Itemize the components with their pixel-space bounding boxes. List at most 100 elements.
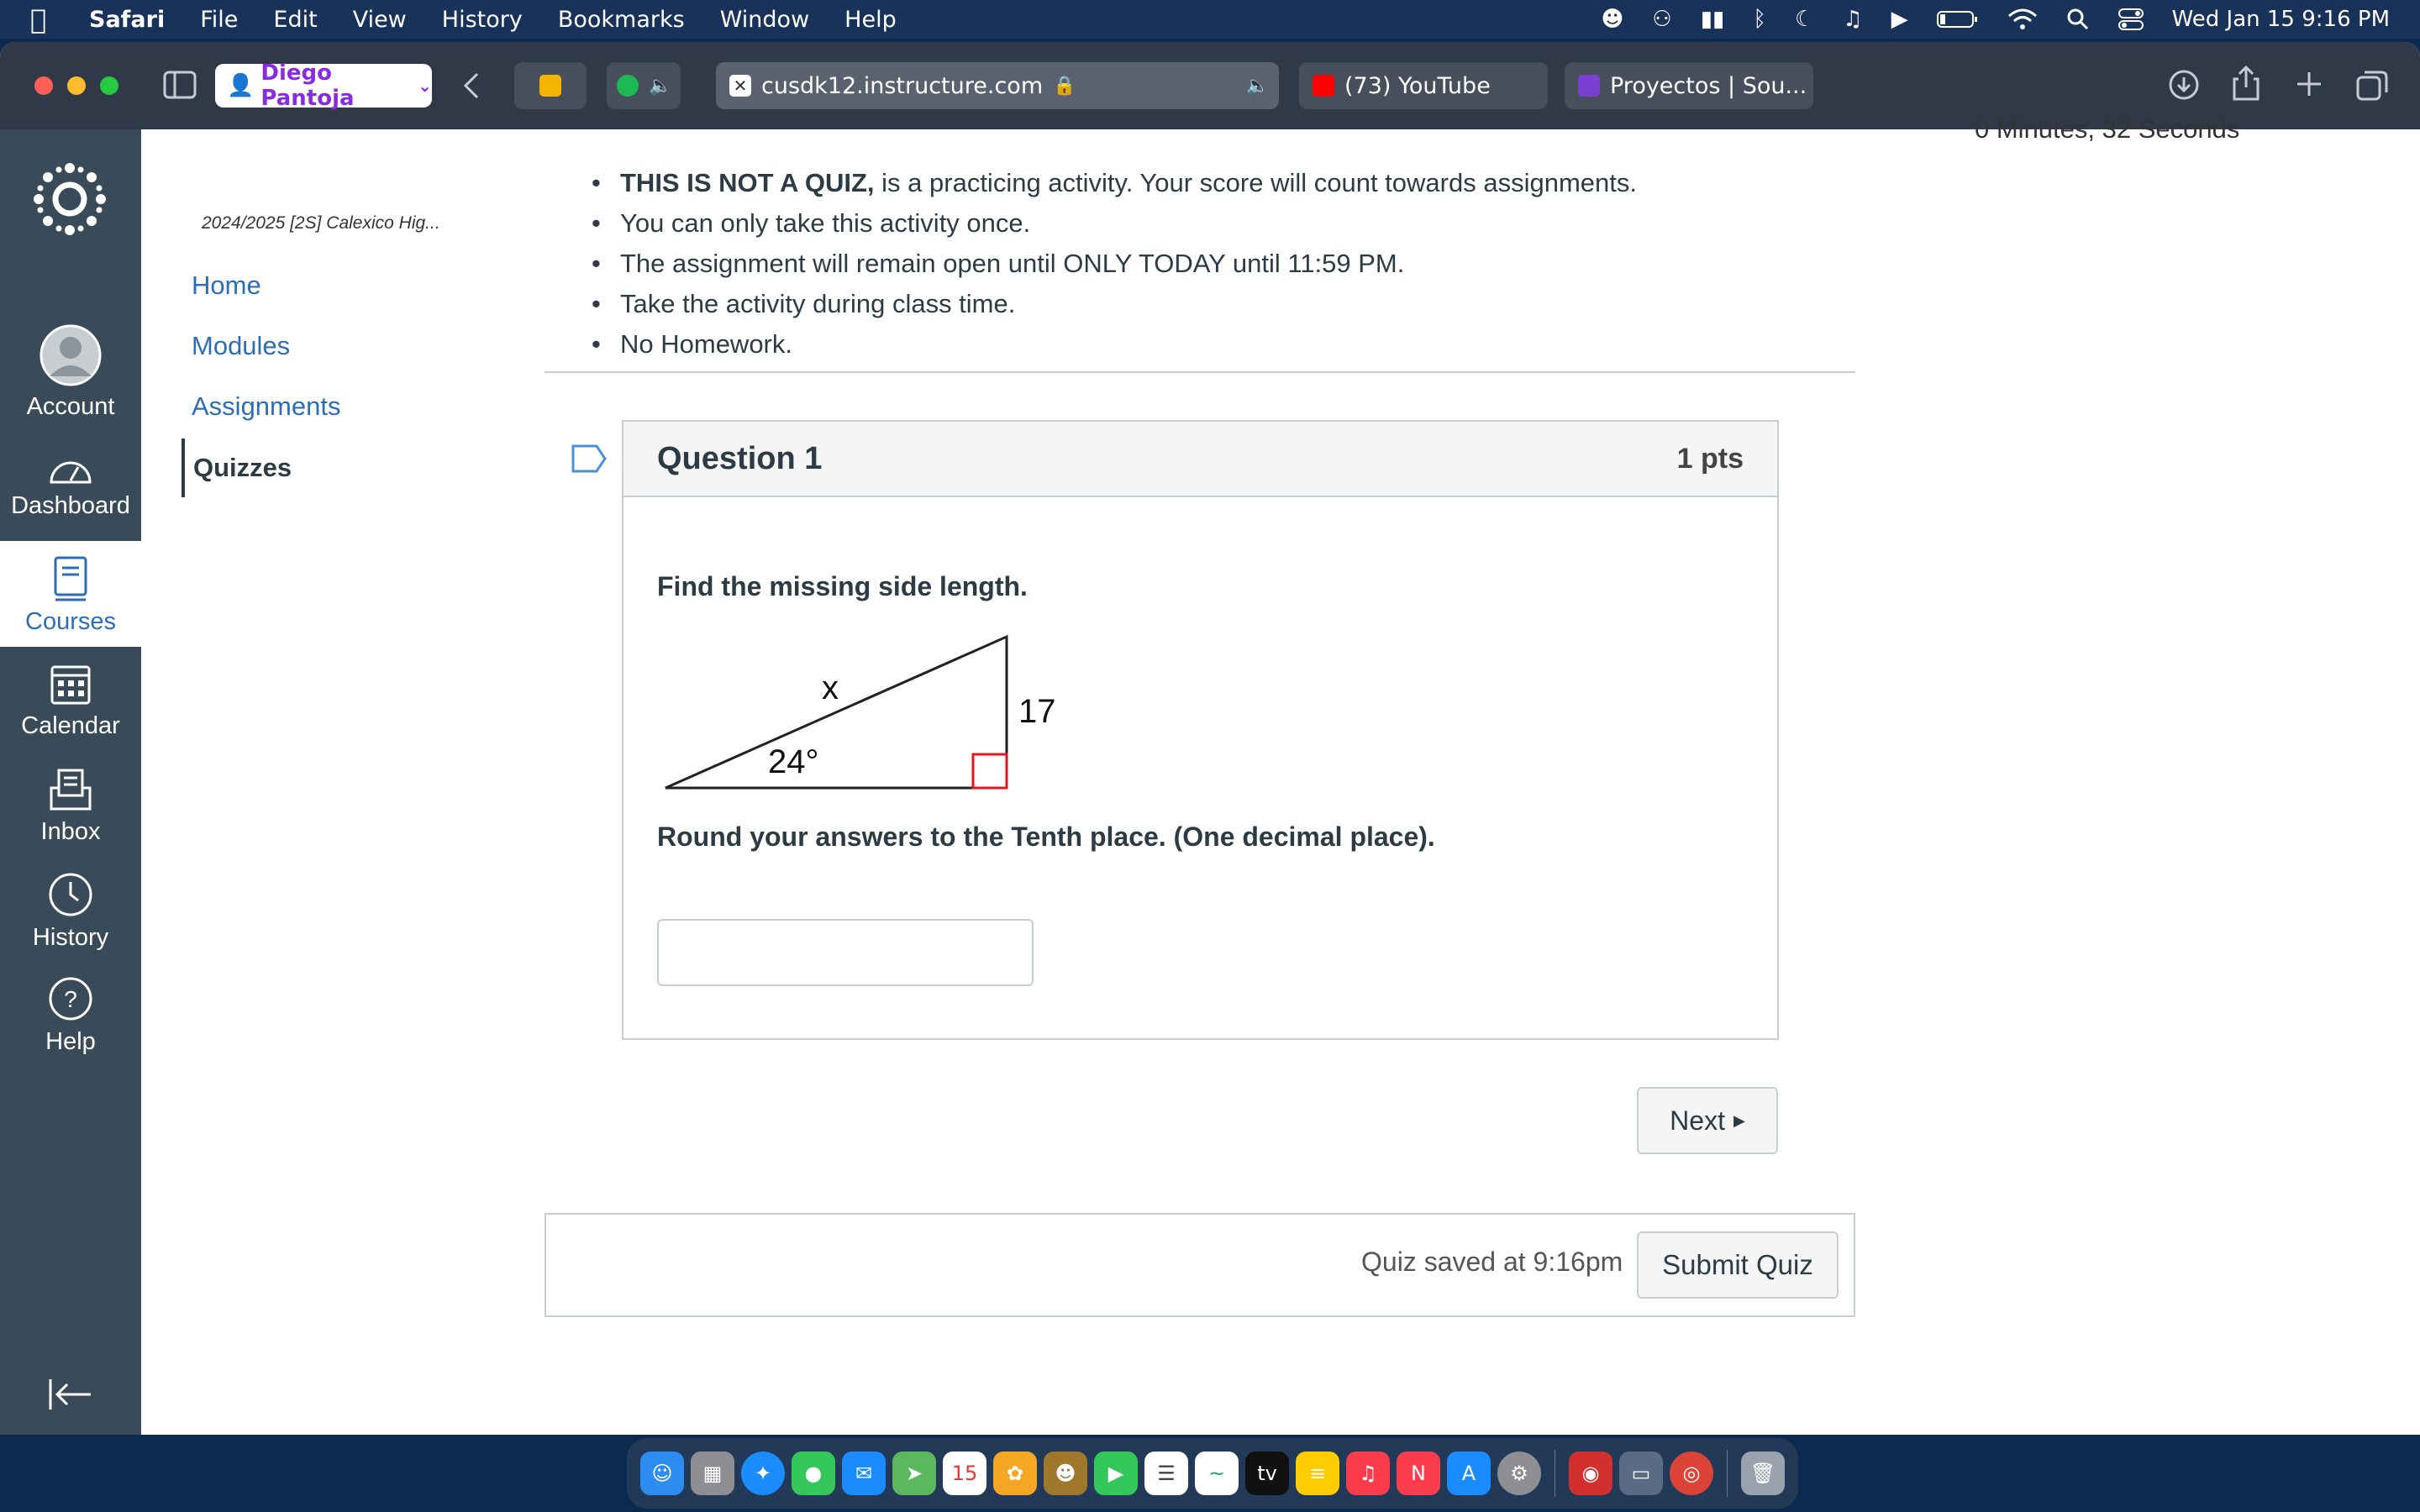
headphones-icon[interactable]: ♫ (1843, 7, 1862, 32)
collapse-nav-icon[interactable] (47, 1378, 94, 1411)
nav-help-label: Help (45, 1028, 96, 1055)
nav-help[interactable]: ? Help (0, 976, 141, 1056)
screenshot-icon[interactable]: ▭ (1619, 1452, 1663, 1495)
nav-account-label: Account (26, 393, 115, 420)
safari-icon[interactable]: ✦ (741, 1452, 785, 1495)
flag-question-icon[interactable] (571, 444, 607, 473)
people-icon[interactable]: ⚇ (1652, 7, 1671, 32)
wifi-icon[interactable] (2007, 8, 2038, 31)
messages-icon[interactable]: ● (792, 1452, 835, 1495)
app-store-icon[interactable]: A (1447, 1452, 1491, 1495)
news-icon[interactable]: N (1397, 1452, 1440, 1495)
nav-inbox[interactable]: Inbox (0, 768, 141, 846)
minimize-window-button[interactable] (67, 76, 86, 95)
avatar-icon (39, 324, 102, 386)
downloads-icon[interactable] (2168, 69, 2200, 101)
nav-history[interactable]: History (0, 872, 141, 952)
photo-booth-icon[interactable]: ◉ (1569, 1452, 1612, 1495)
dock: ☺ ▦ ✦ ● ✉ ➤ 15 ✿ ☻ ▶ ☰ ~ tv ≡ ♫ N A ⚙ ◉ … (627, 1438, 1798, 1509)
menu-app-safari[interactable]: Safari (89, 7, 165, 33)
triangle-figure: x 24° 17 (665, 634, 1056, 790)
tab-overview-icon[interactable] (2356, 69, 2388, 101)
menu-window[interactable]: Window (720, 7, 809, 33)
chrome-icon[interactable]: ◎ (1670, 1452, 1713, 1495)
nav-courses[interactable]: Courses (0, 541, 141, 647)
battery-icon[interactable] (1936, 9, 1979, 29)
reminders-icon[interactable]: ☰ (1144, 1452, 1188, 1495)
spotlight-search-icon[interactable] (2066, 8, 2090, 31)
menu-bookmarks[interactable]: Bookmarks (558, 7, 685, 33)
photos-icon[interactable]: ✿ (993, 1452, 1037, 1495)
launchpad-icon[interactable]: ▦ (691, 1452, 734, 1495)
answer-input[interactable] (657, 919, 1034, 986)
system-settings-icon[interactable]: ⚙ (1497, 1452, 1541, 1495)
opposite-side-label: 17 (1018, 693, 1056, 730)
safari-window: 👤 Diego Pantoja ⌄ 🔈 ✕ cusdk12.instructur… (0, 42, 2420, 1435)
menu-history[interactable]: History (442, 7, 523, 33)
zoom-window-button[interactable] (100, 76, 118, 95)
music-icon[interactable]: ♫ (1346, 1452, 1390, 1495)
nav-calendar[interactable]: Calendar (0, 662, 141, 740)
facetime-icon[interactable]: ▶ (1094, 1452, 1138, 1495)
maps-icon[interactable]: ➤ (892, 1452, 936, 1495)
course-nav-assignments[interactable]: Assignments (192, 391, 340, 422)
new-tab-icon[interactable] (2296, 71, 2323, 97)
contacts-icon[interactable]: ☻ (1044, 1452, 1087, 1495)
status-app-icon[interactable]: ☻ (1601, 7, 1623, 32)
tab-youtube-title: (73) YouTube (1344, 72, 1491, 99)
back-icon[interactable] (460, 71, 484, 101)
quiz-instructions: THIS IS NOT A QUIZ, is a practicing acti… (587, 163, 1637, 365)
menu-help[interactable]: Help (844, 7, 897, 33)
profile-button[interactable]: 👤 Diego Pantoja ⌄ (215, 60, 432, 111)
instruction-item: No Homework. (587, 324, 1637, 365)
classroom-icon (539, 75, 561, 97)
freeform-icon[interactable]: ~ (1195, 1452, 1239, 1495)
mail-icon[interactable]: ✉ (842, 1452, 886, 1495)
profile-name: Diego Pantoja (260, 60, 355, 111)
course-name[interactable]: 2024/2025 [2S] Calexico Hig... (202, 213, 440, 234)
menu-view[interactable]: View (353, 7, 407, 33)
menu-file[interactable]: File (200, 7, 238, 33)
question-title: Question 1 (657, 440, 823, 476)
nav-account[interactable]: Account (0, 324, 141, 421)
tab-youtube[interactable]: (73) YouTube (1299, 62, 1548, 109)
nav-dashboard[interactable]: Dashboard (0, 452, 141, 520)
submit-quiz-button[interactable]: Submit Quiz (1637, 1231, 1839, 1299)
rounding-instruction: Round your answers to the Tenth place. (… (657, 822, 1435, 852)
canvas-global-nav: Account Dashboard Courses Calendar Inbox… (0, 129, 141, 1435)
tab-pinned-classroom[interactable] (514, 62, 587, 109)
course-nav-modules[interactable]: Modules (192, 331, 290, 361)
next-button[interactable]: Next ▶ (1637, 1087, 1778, 1154)
play-icon[interactable]: ▶ (1891, 7, 1908, 32)
notes-icon[interactable]: ≡ (1296, 1452, 1339, 1495)
instruction-item: THIS IS NOT A QUIZ, is a practicing acti… (587, 163, 1637, 203)
audio-level-icon[interactable]: ▮▮ (1701, 7, 1725, 32)
nav-dashboard-label: Dashboard (11, 492, 130, 519)
divider (544, 371, 1855, 373)
tab-canvas[interactable]: ✕ cusdk12.instructure.com 🔒 🔈 ⋯ (716, 62, 1279, 109)
calendar-app-icon[interactable]: 15 (943, 1452, 986, 1495)
close-window-button[interactable] (34, 76, 53, 95)
help-icon: ? (49, 977, 92, 1021)
apple-tv-icon[interactable]: tv (1245, 1452, 1289, 1495)
apple-icon[interactable]:  (30, 3, 64, 35)
course-nav-quizzes[interactable]: Quizzes (182, 438, 292, 497)
tab-pinned-spotify[interactable]: 🔈 (607, 62, 681, 109)
instruction-item: Take the activity during class time. (587, 284, 1637, 324)
control-center-icon[interactable] (2118, 8, 2144, 31)
sidebar-toggle-icon[interactable] (163, 71, 197, 99)
clock-icon (49, 873, 92, 916)
canvas-logo-icon[interactable] (34, 163, 106, 235)
course-nav-home[interactable]: Home (192, 270, 261, 301)
share-icon[interactable] (2232, 66, 2260, 101)
tab-proyectos[interactable]: Proyectos | Sou... (1565, 62, 1813, 109)
menu-clock[interactable]: Wed Jan 15 9:16 PM (2172, 7, 2390, 32)
quiz-saved-status: Quiz saved at 9:16pm (1361, 1247, 1623, 1277)
bluetooth-icon[interactable]: ᛒ (1753, 7, 1766, 32)
speaker-icon[interactable]: 🔈 (1246, 76, 1269, 97)
instruction-text: Take the activity during class time. (620, 289, 1016, 318)
trash-icon[interactable]: 🗑 (1741, 1452, 1785, 1495)
moon-icon[interactable]: ☾ (1795, 7, 1814, 32)
menu-edit[interactable]: Edit (273, 7, 317, 33)
finder-icon[interactable]: ☺ (640, 1452, 684, 1495)
